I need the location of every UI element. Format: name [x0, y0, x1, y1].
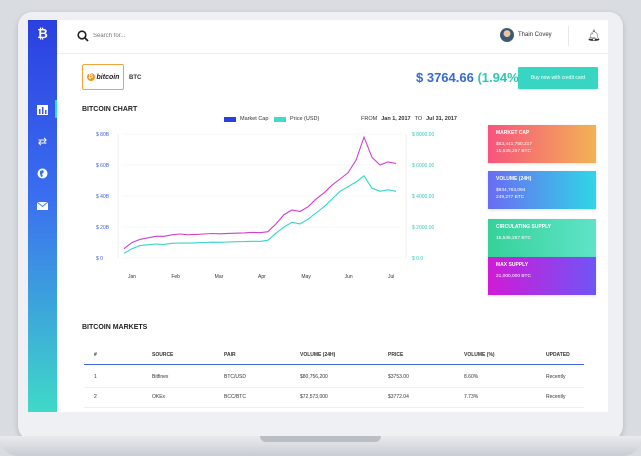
search-icon[interactable] [77, 30, 89, 42]
sidebar: ₿ ⇄ [28, 20, 57, 412]
x-tick: Jun [345, 274, 353, 280]
chart-icon[interactable] [35, 102, 50, 117]
table-cell: 1 [94, 374, 97, 380]
y-left-tick: $ 60B [96, 163, 110, 169]
laptop-notch [260, 436, 381, 442]
table-cell: $3772.04 [388, 394, 409, 400]
top-bar: Thain Covey 🔔︎ ☁︎ [57, 20, 608, 54]
bell-icon[interactable]: 🔔︎ [587, 29, 601, 42]
stat-card-title: MAX SUPPLY [496, 262, 529, 268]
y-right-tick: $ 8000.00 [412, 132, 434, 138]
table-header[interactable]: VOLUME (%) [464, 352, 495, 358]
y-left-tick: $ 0 [96, 256, 103, 262]
table-header[interactable]: SOURCE [152, 352, 173, 358]
stat-card-max-supply[interactable]: MAX SUPPLY 21,000,000 BTC [488, 257, 596, 295]
x-tick: Feb [171, 274, 180, 280]
table-cell: $80,756,200 [300, 374, 328, 380]
mail-icon[interactable] [35, 198, 50, 213]
markets-title: BITCOIN MARKETS [82, 324, 148, 331]
brand-logo-icon[interactable]: ₿ [35, 26, 50, 41]
y-left-tick: $ 40B [96, 194, 110, 200]
date-range[interactable]: FROM Jan 1, 2017 TO Jul 31, 2017 [361, 116, 461, 122]
table-cell: $72,573,000 [300, 394, 328, 400]
x-tick: Mar [215, 274, 224, 280]
table-row-divider [84, 407, 584, 408]
series-line-price-usd- [123, 174, 397, 254]
stat-card-circulating-supply[interactable]: CIRCULATING SUPPLY 15,536,287 BTC [488, 219, 596, 257]
y-left-tick: $ 20B [96, 225, 110, 231]
table-cell: BTC/USD [224, 374, 246, 380]
x-tick: May [301, 274, 311, 280]
y-right-tick: $ 0.0 [412, 256, 423, 262]
table-header[interactable]: # [94, 352, 97, 358]
table-header[interactable]: VOLUME (24H) [300, 352, 335, 358]
buy-credit-card-button[interactable]: Buy now with credit card [518, 67, 598, 89]
table-cell: Recently [546, 394, 566, 400]
search-input[interactable] [93, 29, 233, 43]
series-line-market-cap [123, 135, 397, 250]
stat-card-title: CIRCULATING SUPPLY [496, 224, 552, 230]
stat-card-value: 15,535,287 BTC [496, 149, 531, 154]
table-row-divider [84, 387, 584, 388]
coin-price: $ 3764.66 (1.94%) [416, 70, 523, 85]
table-cell: 8.60% [464, 374, 479, 380]
chart-title: BITCOIN CHART [82, 106, 138, 113]
stat-card-value: $53,441,750,217 [496, 142, 533, 147]
sidebar-active-indicator [55, 100, 57, 118]
y-right-tick: $ 4000.00 [412, 194, 434, 200]
x-tick: Jul [388, 274, 394, 280]
avatar[interactable] [500, 28, 514, 42]
table-cell: Recently [546, 374, 566, 380]
stat-card-value: 15,536,287 BTC [496, 236, 531, 241]
coin-ticker: BTC [129, 75, 142, 81]
y-right-tick: $ 2000.00 [412, 225, 434, 231]
legend-market-cap[interactable]: Market Cap [224, 116, 268, 122]
bitcoin-logo: ₿ bitcoin [82, 64, 124, 90]
app-screen: ₿ ⇄ Thain Covey 🔔︎ ☁︎ ₿bitcoin BTC $ 376… [28, 20, 608, 412]
divider [568, 26, 569, 46]
stat-card-title: VOLUME (24H) [496, 176, 532, 182]
table-cell: BCC/BTC [224, 394, 246, 400]
stat-card-value: 249,277 BTC [496, 195, 525, 200]
stat-card-value: 21,000,000 BTC [496, 274, 531, 279]
exchange-arrows-icon[interactable]: ⇄ [35, 134, 50, 149]
table-cell: $3753.00 [388, 374, 409, 380]
table-cell: Bitfinex [152, 374, 169, 380]
stat-card-title: MARKET CAP [496, 130, 530, 136]
table-header-line [84, 364, 584, 365]
table-header[interactable]: UPDATED [546, 352, 570, 358]
globe-icon[interactable] [35, 166, 50, 181]
table-header[interactable]: PAIR [224, 352, 236, 358]
y-left-tick: $ 80B [96, 132, 110, 138]
stat-card-volume-24h-[interactable]: VOLUME (24H) $934,763,094 249,277 BTC [488, 171, 596, 209]
stat-card-value: $934,763,094 [496, 188, 526, 193]
x-tick: Apr [258, 274, 266, 280]
x-tick: Jan [128, 274, 136, 280]
price-change: (1.94%) [477, 70, 523, 85]
table-cell: 2 [94, 394, 97, 400]
user-name[interactable]: Thain Covey [518, 32, 552, 38]
table-header[interactable]: PRICE [388, 352, 403, 358]
bitcoin-line-chart[interactable]: $ 80B $ 8000.00 $ 60B $ 6000.00 $ 40B $ 4000.… [82, 128, 472, 298]
legend-price[interactable]: Price (USD) [274, 116, 319, 122]
table-cell: OKEx [152, 394, 166, 400]
table-cell: 7.73% [464, 394, 479, 400]
stat-card-market-cap[interactable]: MARKET CAP $53,441,750,217 15,535,287 BTC [488, 125, 596, 163]
y-right-tick: $ 6000.00 [412, 163, 434, 169]
